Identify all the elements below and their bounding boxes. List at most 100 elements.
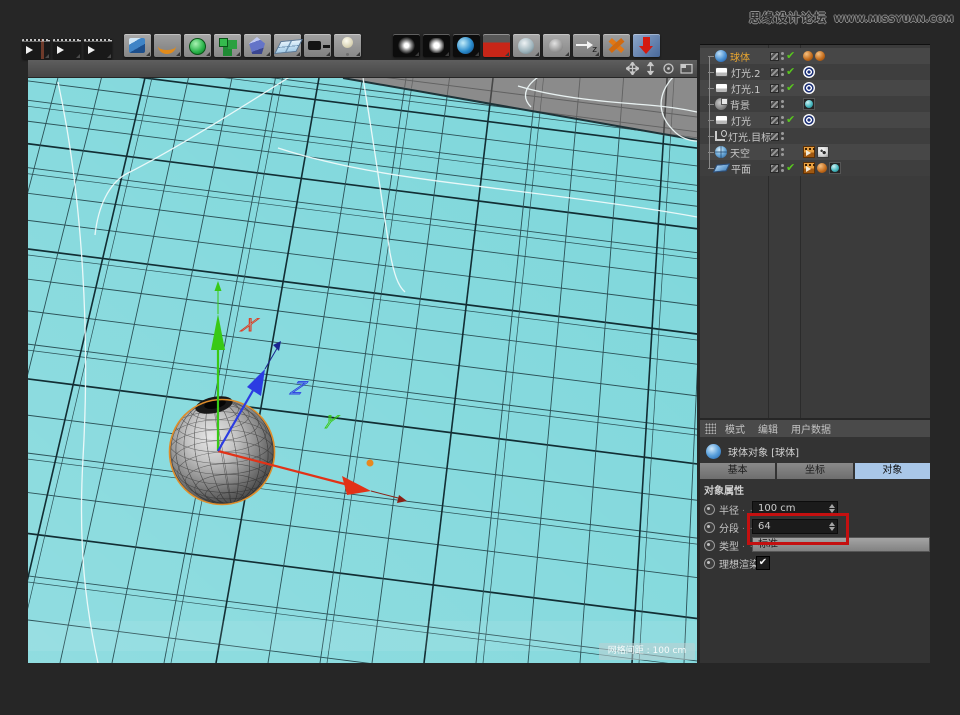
object-label[interactable]: 平面	[731, 161, 751, 176]
menu-mode[interactable]: 模式	[725, 421, 745, 436]
material-white-tag[interactable]	[817, 146, 829, 158]
phong-tag[interactable]	[817, 163, 827, 173]
enabled-check[interactable]: ✔	[786, 65, 795, 79]
bend-deformer-icon[interactable]	[154, 34, 181, 57]
target-tag[interactable]	[803, 114, 815, 126]
layer-chip[interactable]	[770, 52, 779, 61]
tab-object[interactable]: 对象	[855, 463, 930, 479]
render-view-icon[interactable]	[22, 39, 50, 59]
visibility-dots[interactable]	[781, 164, 784, 172]
null-target-icon[interactable]	[715, 131, 725, 141]
tab-coordinates[interactable]: 坐标	[777, 463, 852, 479]
object-row[interactable]: 背景	[700, 96, 930, 112]
object-row[interactable]: 平面 ✔	[700, 160, 930, 176]
area-light-icon[interactable]	[423, 34, 450, 57]
render-settings-icon[interactable]	[84, 39, 112, 59]
light-object-icon[interactable]	[715, 67, 728, 77]
render-perfect-checkbox[interactable]: ✔	[756, 556, 770, 570]
environment-icon[interactable]	[513, 34, 540, 57]
tree-branch	[708, 168, 714, 169]
sphere-object-icon	[706, 444, 721, 459]
layer-chip[interactable]	[770, 68, 779, 77]
target-tag[interactable]	[803, 82, 815, 94]
visibility-dots[interactable]	[781, 68, 784, 76]
tree-branch	[708, 88, 714, 89]
object-row[interactable]: 灯光.2 ✔	[700, 64, 930, 80]
object-row[interactable]: 灯光.1 ✔	[700, 80, 930, 96]
background-object-icon[interactable]	[715, 98, 727, 110]
compositing-tag[interactable]	[803, 162, 815, 174]
sky-object-tree-icon[interactable]	[715, 146, 727, 158]
tree-branch	[708, 120, 714, 121]
rotate-icon[interactable]	[662, 62, 675, 75]
layer-chip[interactable]	[770, 116, 779, 125]
object-label[interactable]: 天空	[730, 145, 750, 160]
visibility-dots[interactable]	[781, 148, 784, 156]
menu-edit[interactable]: 编辑	[758, 421, 778, 436]
sky-object-icon[interactable]	[453, 34, 480, 57]
layer-chip[interactable]	[770, 100, 779, 109]
param-radio[interactable]	[704, 504, 715, 515]
phong-tag[interactable]	[803, 51, 813, 61]
object-row[interactable]: 球体 ✔	[700, 48, 930, 64]
param-label: 半径	[719, 502, 739, 517]
render-picture-viewer-icon[interactable]	[53, 39, 81, 59]
phong-tag[interactable]	[815, 51, 825, 61]
material-tag[interactable]	[803, 98, 815, 110]
spot-light-icon[interactable]	[393, 34, 420, 57]
cube-primitive-icon[interactable]	[124, 34, 151, 57]
layer-chip[interactable]	[770, 132, 779, 141]
stage-icon[interactable]	[543, 34, 570, 57]
material-tag[interactable]	[829, 162, 841, 174]
layer-chip[interactable]	[770, 84, 779, 93]
axis-handle-dot	[367, 460, 374, 467]
tab-basic[interactable]: 基本	[700, 463, 775, 479]
param-radio[interactable]	[704, 558, 715, 569]
compositing-tag[interactable]	[803, 146, 815, 158]
object-label[interactable]: 球体	[730, 49, 750, 64]
layer-chip[interactable]	[770, 164, 779, 173]
panel-grip-icon[interactable]	[705, 423, 716, 434]
xpresso-icon[interactable]	[603, 34, 630, 57]
object-row[interactable]: 灯光.目标	[700, 128, 930, 144]
floor-object-icon[interactable]	[483, 34, 510, 57]
object-label[interactable]: 灯光	[731, 113, 751, 128]
target-tag[interactable]	[803, 66, 815, 78]
enabled-check[interactable]: ✔	[786, 113, 795, 127]
object-label[interactable]: 灯光.2	[731, 65, 761, 80]
hypernurbs-icon[interactable]	[184, 34, 211, 57]
visibility-dots[interactable]	[781, 116, 784, 124]
light-object-icon[interactable]	[715, 115, 728, 125]
download-arrow-icon[interactable]	[633, 34, 660, 57]
enabled-check[interactable]: ✔	[786, 49, 795, 63]
enabled-check[interactable]: ✔	[786, 81, 795, 95]
param-radio[interactable]	[704, 522, 715, 533]
sphere-object-icon[interactable]	[715, 50, 727, 62]
menu-userdata[interactable]: 用户数据	[791, 421, 831, 436]
visibility-dots[interactable]	[781, 84, 784, 92]
tags-column	[803, 144, 829, 160]
visibility-dots[interactable]	[781, 52, 784, 60]
viewport-canvas[interactable]: Y X Z	[28, 78, 697, 663]
axis-z-icon[interactable]: z	[573, 34, 600, 57]
light-object-icon[interactable]	[715, 83, 728, 93]
dolly-icon[interactable]	[644, 62, 657, 75]
layer-chip[interactable]	[770, 148, 779, 157]
object-label[interactable]: 灯光.目标	[728, 129, 771, 144]
enabled-check[interactable]: ✔	[786, 161, 795, 175]
camera-icon[interactable]	[304, 34, 331, 57]
platonic-icon[interactable]	[244, 34, 271, 57]
visibility-dots[interactable]	[781, 100, 784, 108]
array-icon[interactable]	[214, 34, 241, 57]
object-label[interactable]: 灯光.1	[731, 81, 761, 96]
object-row[interactable]: 灯光 ✔	[700, 112, 930, 128]
maximize-icon[interactable]	[680, 62, 693, 75]
light-bulb-icon[interactable]	[334, 34, 361, 57]
object-label[interactable]: 背景	[730, 97, 750, 112]
plane-object-icon[interactable]	[713, 163, 730, 172]
visibility-dots[interactable]	[781, 132, 784, 140]
pan-icon[interactable]	[626, 62, 639, 75]
plane-primitive-icon[interactable]	[274, 34, 301, 57]
param-radio[interactable]	[704, 540, 715, 551]
object-row[interactable]: 天空	[700, 144, 930, 160]
